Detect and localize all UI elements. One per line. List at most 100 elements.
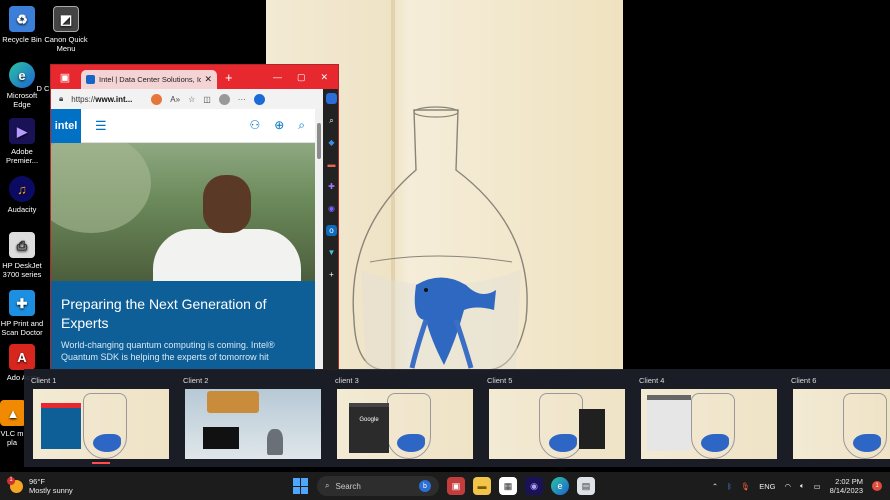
weather-widget[interactable]: 1 96°F Mostly sunny xyxy=(7,476,73,495)
window-preview xyxy=(33,389,169,459)
flower-box-thumb xyxy=(207,391,259,413)
desktop-icon-vlc[interactable]: ▲ VLC m pla xyxy=(0,400,24,447)
window-label: Client 4 xyxy=(639,376,665,385)
store-icon[interactable]: ▦ xyxy=(499,477,517,495)
show-hidden-icons-icon[interactable]: ⌃ xyxy=(712,482,718,491)
minimize-icon[interactable]: — xyxy=(273,72,282,83)
wifi-icon[interactable]: ◠ xyxy=(784,482,791,491)
user-account-icon[interactable]: ⚇ xyxy=(249,118,260,133)
sidebar-search-icon[interactable]: ⌕ xyxy=(326,115,337,126)
window-preview xyxy=(185,389,321,459)
window-label: Client 1 xyxy=(31,376,57,385)
desktop-icon-label: D C xyxy=(36,84,50,93)
desktop-icon-audacity[interactable]: ♫ Audacity xyxy=(0,176,44,214)
games-icon[interactable]: ✚ xyxy=(326,181,337,192)
switcher-window-client-5[interactable]: Client 5 xyxy=(482,369,625,467)
hero-image xyxy=(51,143,315,281)
browser-titlebar[interactable]: ▣ Intel | Data Center Solutions, IoT ✕ +… xyxy=(51,65,338,89)
copilot-sidebar-icon[interactable] xyxy=(326,93,337,104)
profile-avatar-icon[interactable] xyxy=(218,93,230,105)
favorite-star-icon[interactable]: ☆ xyxy=(188,95,195,104)
bing-icon[interactable]: b xyxy=(419,480,431,492)
app-taskbar-icon[interactable]: ▤ xyxy=(577,477,595,495)
fish-thumb xyxy=(853,434,881,452)
desktop-icon-label: VLC m pla xyxy=(0,429,24,447)
lock-icon[interactable]: 🔒︎ xyxy=(59,94,63,104)
hero-person-body xyxy=(153,229,301,281)
hamburger-menu-icon[interactable]: ☰ xyxy=(95,118,107,134)
edge-taskbar-icon[interactable]: e xyxy=(551,477,569,495)
desktop-icon-label: Canon Quick Menu xyxy=(44,35,88,53)
url-host: www.int... xyxy=(95,94,133,104)
notification-badge[interactable]: 1 xyxy=(872,481,882,491)
drop-icon[interactable]: ▼ xyxy=(326,247,337,258)
chrome-mini-preview: Google xyxy=(349,403,389,453)
volume-icon[interactable]: 🔈︎ xyxy=(800,481,805,491)
tools-icon[interactable]: ▬ xyxy=(326,159,337,170)
microsoft365-icon[interactable]: ◉ xyxy=(326,203,337,214)
url-field[interactable]: https://www.int... xyxy=(71,95,143,104)
site-search-icon[interactable]: ⌕ xyxy=(298,118,305,133)
browser-tab-intel[interactable]: Intel | Data Center Solutions, IoT ✕ xyxy=(81,70,217,89)
canon-icon: ◩ xyxy=(53,6,79,32)
weather-badge: 1 xyxy=(7,476,15,485)
fish-thumb xyxy=(549,434,577,452)
hero-promo[interactable]: Preparing the Next Generation of Experts… xyxy=(51,281,315,369)
new-tab-icon[interactable]: + xyxy=(225,70,233,85)
desktop-icon-canon[interactable]: ◩ Canon Quick Menu xyxy=(44,6,88,53)
switcher-window-client-3[interactable]: client 3 Google xyxy=(330,369,473,467)
taskbar-app-switcher-icon[interactable]: ▣ xyxy=(447,477,465,495)
window-preview xyxy=(489,389,625,459)
shopping-tag-icon[interactable]: ◆ xyxy=(326,137,337,148)
intel-logo[interactable]: intel xyxy=(51,108,81,143)
outlook-icon[interactable]: o xyxy=(326,225,337,236)
hp-doctor-icon: ✚ xyxy=(9,290,35,316)
more-options-icon[interactable]: ··· xyxy=(238,95,246,104)
tab-actions-icon[interactable]: ▣ xyxy=(57,69,73,85)
acrobat-icon: A xyxy=(9,344,35,370)
clock-date: 8/14/2023 xyxy=(829,486,863,495)
bing-copilot-icon[interactable] xyxy=(253,93,265,105)
read-aloud-icon[interactable]: A» xyxy=(170,95,180,104)
close-window-icon[interactable]: ✕ xyxy=(320,72,328,83)
globe-language-icon[interactable]: ⊕ xyxy=(274,118,284,133)
intel-favicon-icon xyxy=(86,75,95,84)
close-tab-icon[interactable]: ✕ xyxy=(204,74,212,85)
edge-icon: e xyxy=(9,62,35,88)
start-button[interactable] xyxy=(293,478,309,494)
desktop-icon-label: HP Print and Scan Doctor xyxy=(0,319,44,337)
clock-time: 2:02 PM xyxy=(835,477,863,486)
battery-icon[interactable]: ▭ xyxy=(814,482,821,491)
page-scrollbar[interactable] xyxy=(315,109,323,369)
page-viewport[interactable]: intel ☰ ⚇ ⊕ ⌕ Preparing the Next Generat… xyxy=(51,108,315,369)
switcher-window-client-2[interactable]: Client 2 xyxy=(178,369,321,467)
address-bar[interactable]: 🔒︎ https://www.int... A» ☆ ◫ ··· xyxy=(51,89,338,109)
desktop-icon-label: Audacity xyxy=(7,205,37,214)
desktop-icon-premiere[interactable]: ▶ Adobe Premier... xyxy=(0,118,44,165)
premiere-taskbar-icon[interactable]: ◉ xyxy=(525,477,543,495)
extension-icon[interactable] xyxy=(151,93,163,105)
edge-browser-window[interactable]: ▣ Intel | Data Center Solutions, IoT ✕ +… xyxy=(50,64,339,370)
sidebar-add-icon[interactable]: + xyxy=(326,269,337,280)
clock[interactable]: 2:02 PM 8/14/2023 xyxy=(830,477,863,495)
desktop-icon-recycle-bin[interactable]: ♻ Recycle Bin xyxy=(0,6,44,44)
bluetooth-icon[interactable]: ᛒ xyxy=(727,482,732,491)
split-screen-icon[interactable]: ◫ xyxy=(203,95,211,104)
desktop-icon-partial[interactable]: D C xyxy=(36,84,50,93)
file-explorer-icon[interactable]: ▬ xyxy=(473,477,491,495)
switcher-window-client-1[interactable]: Client 1 xyxy=(26,369,169,467)
scrollbar-thumb[interactable] xyxy=(317,123,321,159)
switcher-window-client-4[interactable]: Client 4 xyxy=(634,369,777,467)
desktop-icon-hp-deskjet[interactable]: ⎙ HP DeskJet 3700 series xyxy=(0,232,44,279)
hero-heading[interactable]: Preparing the Next Generation of Experts xyxy=(61,295,305,333)
fish-thumb xyxy=(93,434,121,452)
taskbar-search[interactable]: ⌕ Search b xyxy=(317,476,439,496)
language-indicator[interactable]: ENG xyxy=(759,482,775,491)
edge-sidebar: ⌕ ◆ ▬ ✚ ◉ o ▼ + xyxy=(323,89,338,369)
microphone-icon[interactable]: 🎙︎ xyxy=(741,482,751,491)
switcher-window-client-6[interactable]: Client 6 xyxy=(786,369,890,467)
hero-foliage xyxy=(51,143,151,233)
desktop-icon-hp-doctor[interactable]: ✚ HP Print and Scan Doctor xyxy=(0,290,44,337)
window-preview: Google xyxy=(337,389,473,459)
maximize-icon[interactable]: ▢ xyxy=(297,72,306,83)
